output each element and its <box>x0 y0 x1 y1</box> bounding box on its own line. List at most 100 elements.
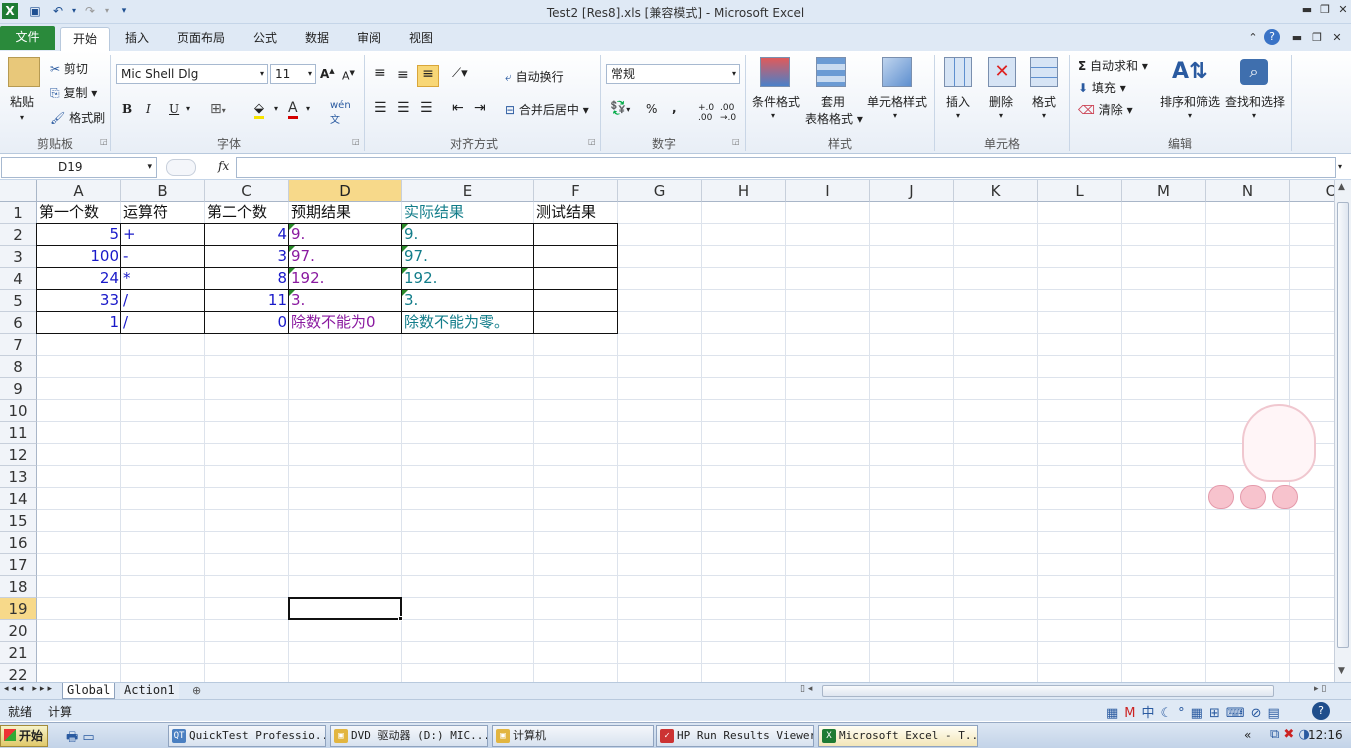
formula-input[interactable] <box>236 157 1336 178</box>
chevron-down-icon[interactable]: ▾ <box>999 111 1003 120</box>
tab-view[interactable]: 视图 <box>400 27 442 51</box>
bold-button[interactable]: B <box>122 102 132 116</box>
format-painter-button[interactable]: 🖌 格式刷 <box>50 109 105 126</box>
task-dvd-drive[interactable]: ▣ DVD 驱动器 (D:) MIC... <box>330 725 488 747</box>
table-cell[interactable]: 8 <box>205 268 289 289</box>
table-cell[interactable]: 3. <box>289 290 402 311</box>
column-header[interactable]: O <box>1290 180 1334 202</box>
percent-button[interactable]: % <box>646 102 657 116</box>
font-name-combo[interactable]: Mic Shell Dlg ▾ <box>116 64 268 84</box>
row-header[interactable]: 7 <box>0 334 37 356</box>
underline-dropdown-icon[interactable]: ▾ <box>186 104 190 113</box>
sheet-tab-action1[interactable]: Action1 <box>120 683 179 699</box>
row-header[interactable]: 11 <box>0 422 37 444</box>
fill-color-button[interactable]: ⬙ <box>254 101 264 119</box>
table-cell[interactable]: 192. <box>402 268 534 289</box>
error-indicator-icon[interactable] <box>402 268 408 274</box>
chevron-down-icon[interactable]: ▾ <box>1042 111 1046 120</box>
table-cell[interactable]: 5 <box>37 224 121 245</box>
row-header[interactable]: 17 <box>0 554 37 576</box>
row-header[interactable]: 8 <box>0 356 37 378</box>
conditional-format-icon[interactable] <box>760 57 790 87</box>
row-header[interactable]: 12 <box>0 444 37 466</box>
error-indicator-icon[interactable] <box>402 290 408 296</box>
header-cell[interactable]: 实际结果 <box>402 202 534 223</box>
header-cell[interactable]: 运算符 <box>121 202 205 223</box>
delete-cells-icon[interactable]: ✕ <box>988 57 1016 87</box>
cell-styles-icon[interactable] <box>882 57 912 87</box>
task-quicktest[interactable]: QT QuickTest Professio... <box>168 725 326 747</box>
column-header[interactable]: L <box>1038 180 1122 202</box>
tray-toolbar-icons[interactable]: ▦M中☾°▦⊞⌨⊘▤ <box>1106 702 1286 721</box>
column-header[interactable]: B <box>121 180 205 202</box>
shrink-font-button[interactable]: A▼ <box>342 69 355 83</box>
column-header[interactable]: I <box>786 180 870 202</box>
table-cell[interactable] <box>534 224 618 245</box>
table-cell[interactable]: - <box>121 246 205 267</box>
comma-button[interactable]: , <box>672 101 677 115</box>
chevron-down-icon[interactable]: ▾ <box>1188 111 1192 120</box>
tab-data[interactable]: 数据 <box>296 27 338 51</box>
align-right-button[interactable]: ☰ <box>420 100 433 116</box>
tab-insert[interactable]: 插入 <box>116 27 158 51</box>
row-header[interactable]: 4 <box>0 268 37 290</box>
table-cell[interactable]: 192. <box>289 268 402 289</box>
merge-center-button[interactable]: ⊟ 合并后居中 ▾ <box>505 101 589 118</box>
row-header[interactable]: 13 <box>0 466 37 488</box>
close-button[interactable]: ✕ <box>1334 2 1351 18</box>
help-icon[interactable]: ? <box>1264 29 1280 45</box>
select-all-corner[interactable] <box>0 180 37 202</box>
insert-function-icon[interactable]: fx <box>218 159 229 173</box>
conditional-format-button[interactable]: 条件格式 <box>752 93 800 110</box>
workbook-restore-icon[interactable]: ❐ <box>1308 30 1326 46</box>
chevron-down-icon[interactable]: ▾ <box>893 111 897 120</box>
sheet-nav-icons[interactable]: ◂◂◂ ▸▸▸ <box>4 684 55 694</box>
find-select-button[interactable]: 查找和选择 <box>1225 93 1285 110</box>
align-top-button[interactable]: ≡ <box>374 65 386 81</box>
format-cells-icon[interactable] <box>1030 57 1058 87</box>
header-cell[interactable]: 第一个数 <box>37 202 121 223</box>
scroll-right-icon[interactable]: ▸ ▯ <box>1314 684 1326 694</box>
table-format-line1[interactable]: 套用 <box>821 93 845 110</box>
cut-button[interactable]: ✂ 剪切 <box>50 60 88 77</box>
horizontal-scroll-thumb[interactable] <box>822 685 1274 697</box>
workbook-close-icon[interactable]: ✕ <box>1328 30 1346 46</box>
table-cell[interactable]: / <box>121 290 205 311</box>
scroll-down-icon[interactable]: ▼ <box>1338 666 1345 676</box>
insert-cells-button[interactable]: 插入 <box>946 93 970 110</box>
row-header[interactable]: 22 <box>0 664 37 682</box>
cell-styles-button[interactable]: 单元格样式 <box>867 93 927 110</box>
worksheet-grid[interactable]: ABCDEFGHIJKLMNO 1 2 3 4 5 6 7 8 9 10 11 12 13 14 15 16 1… <box>0 180 1334 682</box>
workbook-minimize-icon[interactable]: ▬ <box>1288 30 1306 46</box>
autosum-button[interactable]: Σ 自动求和 ▾ <box>1078 57 1148 74</box>
scroll-up-icon[interactable]: ▲ <box>1338 182 1345 192</box>
row-header[interactable]: 20 <box>0 620 37 642</box>
tab-file[interactable]: 文件 <box>0 26 55 50</box>
column-header[interactable]: M <box>1122 180 1206 202</box>
binoculars-icon[interactable]: ⌕ <box>1240 59 1268 85</box>
decrease-indent-button[interactable]: ⇤ <box>452 100 464 116</box>
font-color-dropdown-icon[interactable]: ▾ <box>306 104 310 113</box>
fill-color-dropdown-icon[interactable]: ▾ <box>274 104 278 113</box>
error-indicator-icon[interactable] <box>402 246 408 252</box>
error-indicator-icon[interactable] <box>289 224 295 230</box>
table-cell[interactable]: 24 <box>37 268 121 289</box>
chevron-down-icon[interactable]: ▾ <box>1252 111 1256 120</box>
insert-sheet-icon[interactable]: ⊕ <box>192 684 201 697</box>
chevron-down-icon[interactable]: ▾ <box>771 111 775 120</box>
alignment-launcher-icon[interactable]: ◲ <box>588 137 596 146</box>
table-cell[interactable]: 97. <box>289 246 402 267</box>
tab-review[interactable]: 审阅 <box>348 27 390 51</box>
table-cell[interactable]: 11 <box>205 290 289 311</box>
column-header[interactable]: A <box>37 180 121 202</box>
table-cell[interactable]: / <box>121 312 205 333</box>
row-header[interactable]: 18 <box>0 576 37 598</box>
column-header[interactable]: G <box>618 180 702 202</box>
header-cell[interactable]: 预期结果 <box>289 202 402 223</box>
minimize-button[interactable]: ▬ <box>1298 2 1316 18</box>
insert-cells-icon[interactable] <box>944 57 972 87</box>
column-header[interactable]: J <box>870 180 954 202</box>
column-header[interactable]: H <box>702 180 786 202</box>
italic-button[interactable]: I <box>146 102 151 116</box>
phonetic-button[interactable]: wén 文 <box>330 100 351 126</box>
